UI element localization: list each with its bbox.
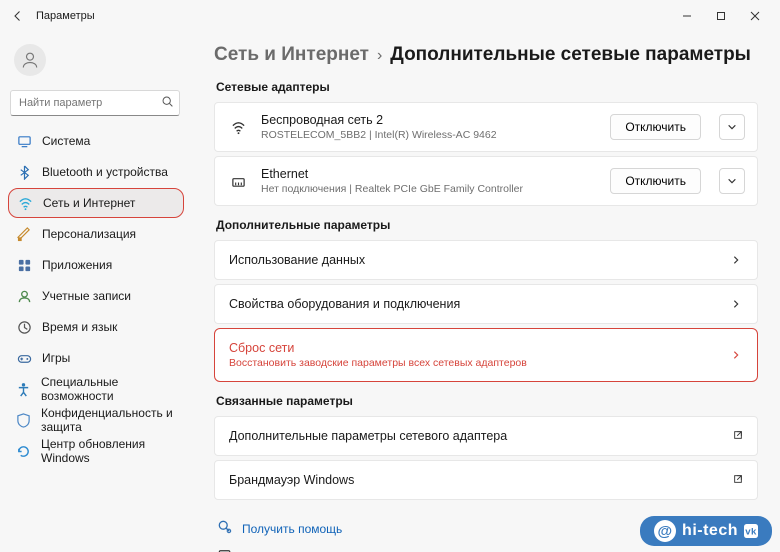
privacy-icon <box>16 412 31 428</box>
search-input[interactable] <box>10 90 180 116</box>
search-icon <box>161 95 174 111</box>
row-title: Использование данных <box>229 253 729 267</box>
row-title: Брандмауэр Windows <box>229 473 733 487</box>
sidebar-item-label: Персонализация <box>42 227 136 241</box>
ethernet-icon <box>227 174 249 189</box>
avatar[interactable] <box>14 44 46 76</box>
advanced-row[interactable]: Использование данных <box>214 240 758 280</box>
chevron-right-icon <box>729 255 743 265</box>
breadcrumb: Сеть и Интернет › Дополнительные сетевые… <box>214 44 758 66</box>
update-icon <box>16 443 31 459</box>
row-title: Сброс сети <box>229 341 729 355</box>
row-title: Свойства оборудования и подключения <box>229 297 729 311</box>
sidebar-item-apps[interactable]: Приложения <box>8 250 184 280</box>
wifi-icon <box>227 120 249 135</box>
adapter-title: Ethernet <box>261 167 598 181</box>
section-advanced-label: Дополнительные параметры <box>216 218 758 232</box>
adapter-card[interactable]: Ethernet Нет подключения | Realtek PCIe … <box>214 156 758 206</box>
games-icon <box>16 350 32 366</box>
sidebar-item-label: Центр обновления Windows <box>41 437 176 465</box>
external-link-icon <box>733 473 743 487</box>
sidebar-item-privacy[interactable]: Конфиденциальность и защита <box>8 405 184 435</box>
account-icon <box>16 288 32 304</box>
adapter-title: Беспроводная сеть 2 <box>261 113 598 127</box>
sidebar-item-label: Игры <box>42 351 70 365</box>
help-icon <box>218 520 232 537</box>
adapter-subtitle: ROSTELECOM_5BB2 | Intel(R) Wireless-AC 9… <box>261 129 598 141</box>
svg-text:vk: vk <box>745 527 757 538</box>
clock-icon <box>16 319 32 335</box>
close-button[interactable] <box>738 2 772 30</box>
sidebar-item-clock[interactable]: Время и язык <box>8 312 184 342</box>
sidebar-item-label: Время и язык <box>42 320 117 334</box>
sidebar-item-label: Сеть и Интернет <box>43 196 135 210</box>
chevron-right-icon: › <box>377 47 382 65</box>
section-related-label: Связанные параметры <box>216 394 758 408</box>
bluetooth-icon <box>16 164 32 180</box>
disconnect-button[interactable]: Отключить <box>610 168 701 194</box>
sidebar-item-bluetooth[interactable]: Bluetooth и устройства <box>8 157 184 187</box>
expand-button[interactable] <box>719 114 745 140</box>
sidebar-item-brush[interactable]: Персонализация <box>8 219 184 249</box>
network-reset-row[interactable]: Сброс сети Восстановить заводские парамет… <box>214 328 758 382</box>
watermark: @hi-tech vk <box>640 516 772 546</box>
breadcrumb-parent[interactable]: Сеть и Интернет <box>214 44 369 66</box>
adapter-card[interactable]: Беспроводная сеть 2 ROSTELECOM_5BB2 | In… <box>214 102 758 152</box>
related-row[interactable]: Брандмауэр Windows <box>214 460 758 500</box>
sidebar-item-label: Приложения <box>42 258 112 272</box>
chevron-right-icon <box>729 299 743 309</box>
chevron-right-icon <box>729 350 743 360</box>
window-title: Параметры <box>36 10 95 22</box>
sidebar-item-system[interactable]: Система <box>8 126 184 156</box>
apps-icon <box>16 257 32 273</box>
minimize-button[interactable] <box>670 2 704 30</box>
sidebar-item-update[interactable]: Центр обновления Windows <box>8 436 184 466</box>
network-icon <box>17 195 33 211</box>
related-row[interactable]: Дополнительные параметры сетевого адапте… <box>214 416 758 456</box>
adapter-subtitle: Нет подключения | Realtek PCIe GbE Famil… <box>261 183 598 195</box>
sidebar-item-label: Конфиденциальность и защита <box>41 406 176 434</box>
sidebar-item-label: Bluetooth и устройства <box>42 165 168 179</box>
page-title: Дополнительные сетевые параметры <box>390 44 751 66</box>
sidebar-item-label: Учетные записи <box>42 289 131 303</box>
row-subtitle: Восстановить заводские параметры всех се… <box>229 357 729 369</box>
system-icon <box>16 133 32 149</box>
brush-icon <box>16 226 32 242</box>
sidebar-item-label: Система <box>42 134 90 148</box>
search-field[interactable] <box>19 97 161 109</box>
maximize-button[interactable] <box>704 2 738 30</box>
sidebar-item-accessibility[interactable]: Специальные возможности <box>8 374 184 404</box>
sidebar-item-games[interactable]: Игры <box>8 343 184 373</box>
expand-button[interactable] <box>719 168 745 194</box>
accessibility-icon <box>16 381 31 397</box>
disconnect-button[interactable]: Отключить <box>610 114 701 140</box>
sidebar-item-account[interactable]: Учетные записи <box>8 281 184 311</box>
row-title: Дополнительные параметры сетевого адапте… <box>229 429 733 443</box>
external-link-icon <box>733 429 743 443</box>
section-adapters-label: Сетевые адаптеры <box>216 80 758 94</box>
advanced-row[interactable]: Свойства оборудования и подключения <box>214 284 758 324</box>
sidebar-item-network[interactable]: Сеть и Интернет <box>8 188 184 218</box>
back-button[interactable] <box>8 6 28 26</box>
sidebar-item-label: Специальные возможности <box>41 375 176 403</box>
